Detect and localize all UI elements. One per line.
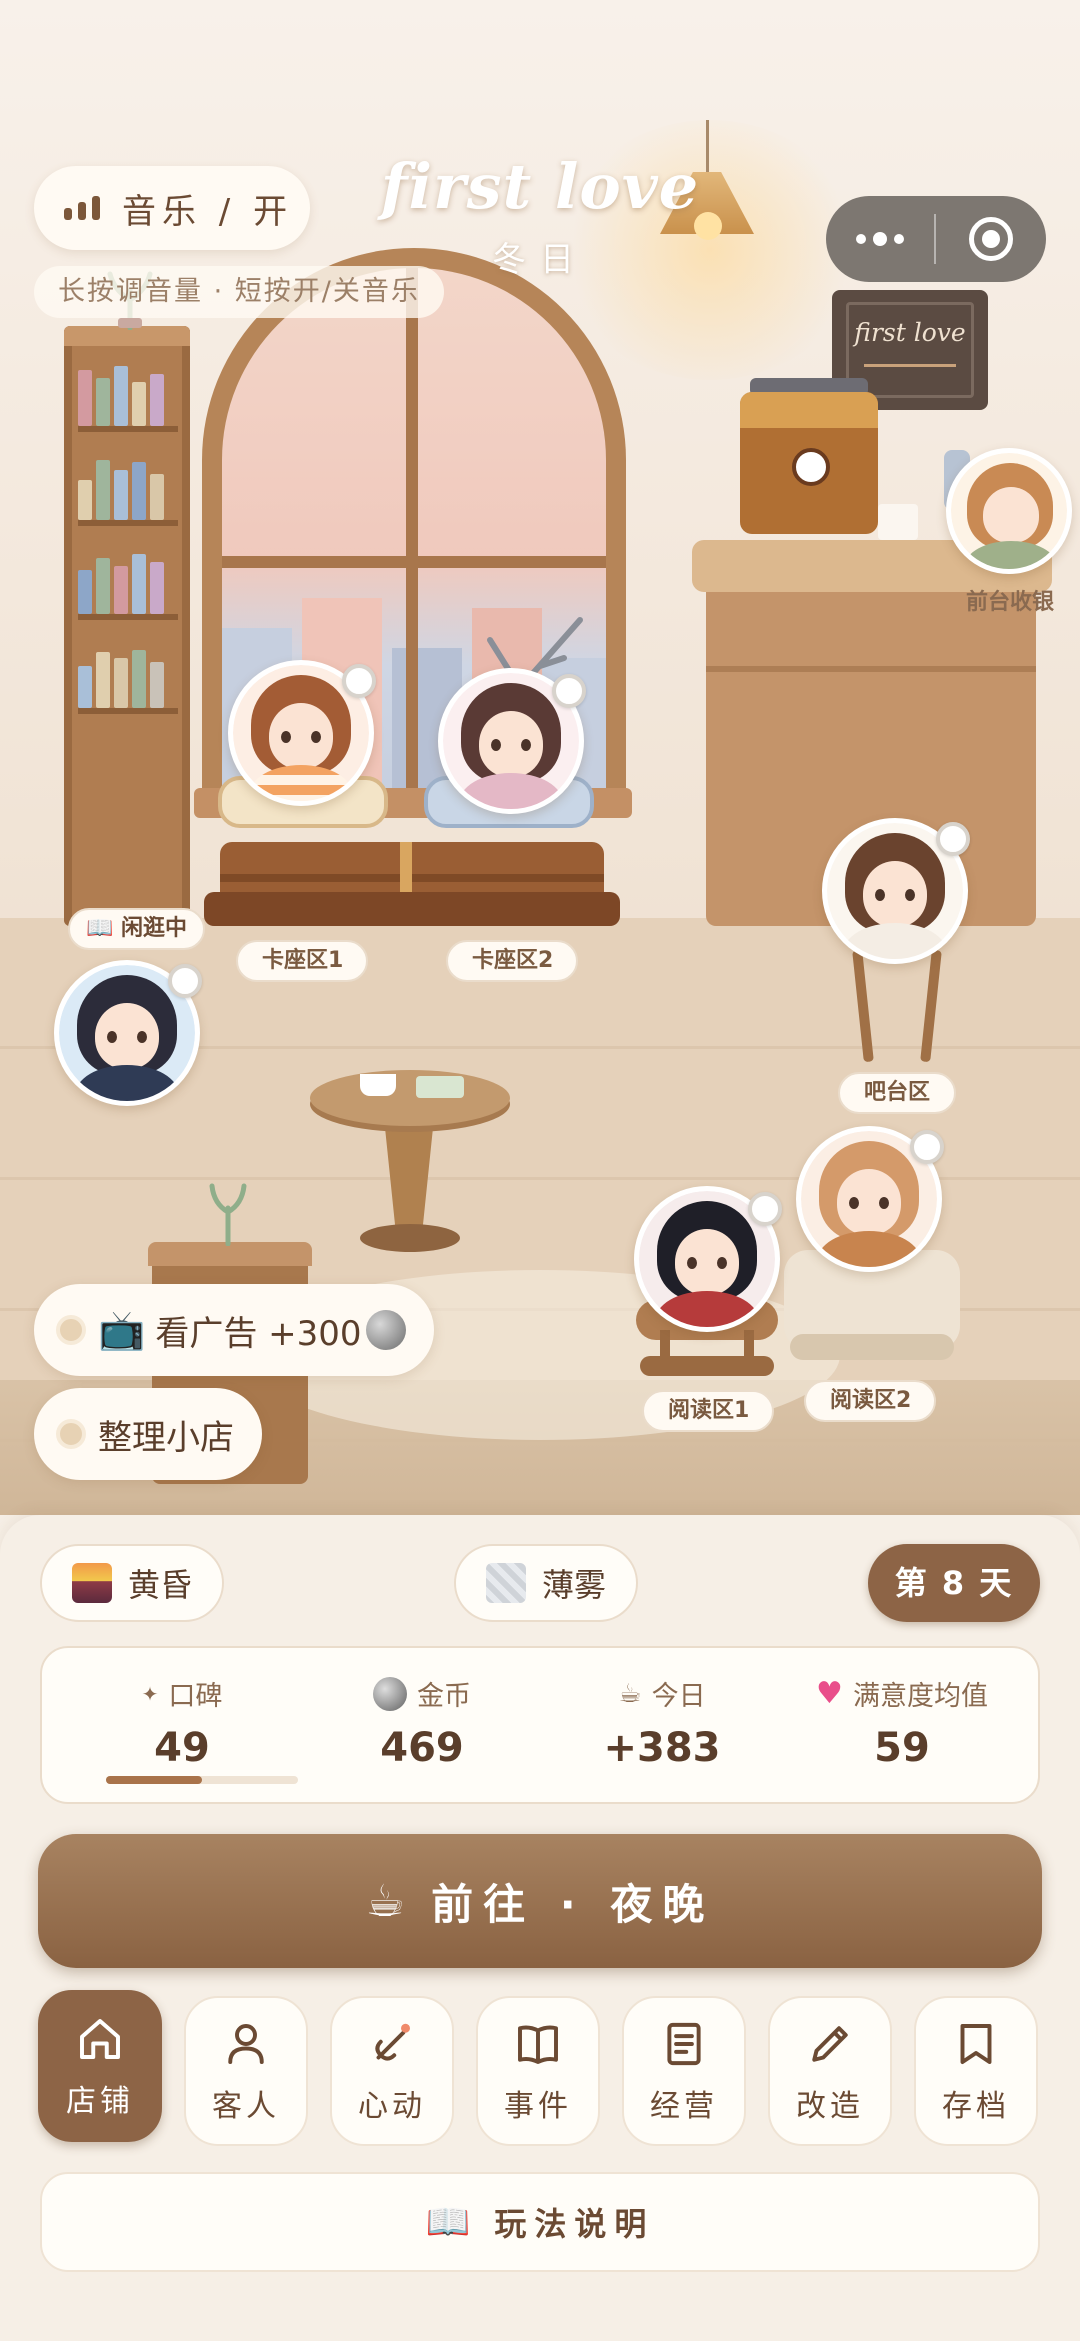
sparkle-icon: ✦ [141, 1681, 159, 1706]
stat-satisfaction: ♥ 满意度均值 59 [782, 1648, 1022, 1806]
sunset-icon [72, 1563, 112, 1603]
nav-save[interactable]: 存档 [914, 1996, 1038, 2146]
coin-icon [373, 1676, 407, 1711]
stat-coins: 金币 469 [302, 1648, 542, 1806]
nav-shop[interactable]: 店铺 [38, 1990, 162, 2142]
music-label: 音乐 / 开 [122, 191, 294, 232]
music-toggle-button[interactable]: 音乐 / 开 [34, 166, 310, 250]
gauge-icon [792, 448, 830, 486]
book-icon [518, 2025, 558, 2064]
season-label: 冬日 [492, 240, 588, 280]
close-target-icon[interactable] [936, 217, 1046, 261]
how-to-play-button[interactable]: 📖 玩法说明 [40, 2172, 1040, 2272]
day-counter-badge: 第 8 天 [868, 1544, 1040, 1622]
stat-today: ☕ 今日 +383 [542, 1648, 782, 1806]
goto-night-label: 前往 · 夜晚 [431, 1879, 715, 1929]
cup-icon [360, 1074, 396, 1096]
coins-value: 469 [380, 1725, 464, 1771]
bottom-nav: 店铺 客人 心动 事件 经营 改造 存档 [38, 1990, 1042, 2146]
zone-tag-booth1: 卡座区1 [236, 940, 368, 982]
nav-renovate[interactable]: 改造 [768, 1996, 892, 2146]
volume-bars-icon [64, 196, 100, 220]
pencil-icon [812, 2026, 848, 2062]
heart-link-icon [375, 2023, 410, 2061]
document-icon [667, 2022, 701, 2066]
shop-sign-text: first love [854, 318, 966, 347]
stat-reputation: ✦ 口碑 49 [62, 1648, 302, 1806]
zone-tag-reading1: 阅读区1 [642, 1390, 774, 1432]
cashier-avatar[interactable] [946, 448, 1072, 574]
cafe-scene: first love first love 冬日 音乐 / 开 长按调音量 · … [0, 0, 1080, 1515]
tidy-shop-button[interactable]: 整理小店 [34, 1388, 262, 1480]
weather-label: 薄雾 [542, 1566, 607, 1604]
cashier-label: 前台收银 [965, 590, 1054, 615]
heart-icon: ♥ [816, 1676, 843, 1711]
nav-guests[interactable]: 客人 [184, 1996, 308, 2146]
coffee-icon: ☕ [618, 1678, 642, 1709]
stats-card: ✦ 口碑 49 金币 469 ☕ 今日 +383 ♥ 满意度均值 59 [40, 1646, 1040, 1804]
how-to-play-label: 玩法说明 [494, 2205, 655, 2243]
nav-operations[interactable]: 经营 [622, 1996, 746, 2146]
nav-heart[interactable]: 心动 [330, 1996, 454, 2146]
miniprogram-capsule [826, 196, 1046, 282]
satisfaction-value: 59 [874, 1725, 930, 1771]
today-value: +383 [603, 1725, 721, 1771]
more-icon[interactable] [826, 232, 934, 246]
home-icon [80, 2019, 120, 2059]
user-icon [228, 2024, 264, 2064]
game-title: first love [380, 150, 700, 223]
weather-chip[interactable]: 薄雾 [454, 1544, 639, 1622]
fog-icon [486, 1563, 526, 1603]
bar-stool [852, 949, 942, 1063]
reputation-progress [106, 1776, 298, 1784]
time-of-day-chip[interactable]: 黄昏 [40, 1544, 225, 1622]
nav-events[interactable]: 事件 [476, 1996, 600, 2146]
coin-icon [365, 1310, 406, 1350]
wandering-status-tag: 📖 闲逛中 [68, 908, 206, 950]
watch-ad-label: 看广告 +300 [155, 1313, 362, 1354]
zone-tag-bar: 吧台区 [838, 1072, 956, 1114]
tidy-shop-label: 整理小店 [98, 1417, 234, 1458]
open-book-icon: 📖 [425, 2202, 471, 2243]
reputation-value: 49 [154, 1725, 210, 1771]
goto-night-button[interactable]: ☕ 前往 · 夜晚 [38, 1834, 1042, 1968]
bookmark-icon [960, 2024, 992, 2064]
watch-ad-button[interactable]: 📺 看广告 +300 [34, 1284, 434, 1376]
coffee-table [310, 1070, 510, 1126]
tv-icon: 📺 [98, 1307, 146, 1352]
zone-tag-reading2: 阅读区2 [804, 1380, 936, 1422]
music-hint: 长按调音量 · 短按开/关音乐 [34, 266, 444, 318]
plant-icon [209, 1183, 247, 1246]
time-of-day-label: 黄昏 [128, 1566, 193, 1604]
zone-tag-booth2: 卡座区2 [446, 940, 578, 982]
coffee-icon: ☕ [365, 1875, 406, 1927]
